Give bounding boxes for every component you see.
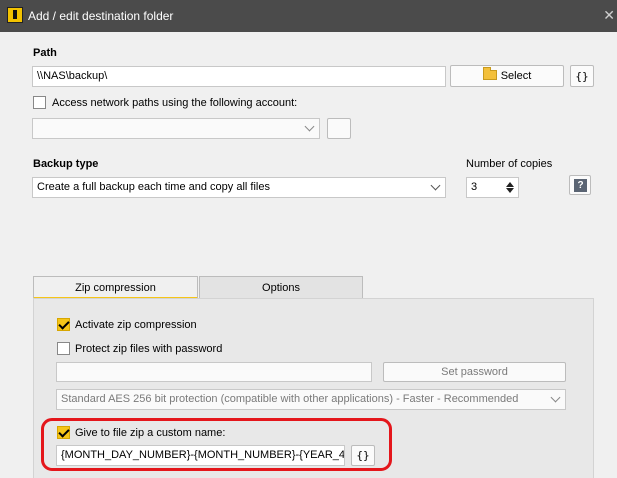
- backup-type-select[interactable]: Create a full backup each time and copy …: [32, 177, 446, 198]
- network-account-checkbox[interactable]: [33, 96, 46, 109]
- help-icon: ?: [574, 179, 587, 192]
- backup-type-label: Backup type: [33, 158, 99, 170]
- copies-label: Number of copies: [466, 158, 553, 170]
- protect-zip-checkbox[interactable]: [57, 342, 70, 355]
- account-edit-button[interactable]: [327, 118, 351, 139]
- highlight-ring: [41, 418, 392, 471]
- set-password-button[interactable]: Set password: [383, 362, 566, 382]
- window-content: Path \\NAS\backup\ Select {} Access netw…: [0, 32, 617, 478]
- activate-zip-checkbox[interactable]: [57, 318, 70, 331]
- window-title: Add / edit destination folder: [28, 9, 174, 23]
- copies-spinner[interactable]: 3: [466, 177, 519, 198]
- help-button[interactable]: ?: [569, 175, 591, 195]
- protect-zip-label: Protect zip files with password: [75, 343, 223, 355]
- select-button-label: Select: [500, 70, 532, 82]
- activate-zip-label: Activate zip compression: [75, 319, 197, 331]
- tab-zip-compression[interactable]: Zip compression: [33, 276, 198, 299]
- titlebar: Add / edit destination folder ✕: [0, 0, 617, 32]
- chevron-down-icon: [304, 121, 315, 132]
- backup-type-value: Create a full backup each time and copy …: [37, 181, 270, 193]
- account-select[interactable]: [32, 118, 320, 139]
- chevron-down-icon: [550, 392, 561, 403]
- path-variables-button[interactable]: {}: [570, 65, 594, 87]
- path-label: Path: [33, 47, 57, 59]
- spin-down-icon[interactable]: [506, 188, 514, 193]
- copies-value: 3: [471, 181, 478, 193]
- close-icon[interactable]: ✕: [603, 7, 615, 24]
- folder-icon: [482, 67, 497, 80]
- encryption-select[interactable]: Standard AES 256 bit protection (compati…: [56, 389, 566, 410]
- path-input[interactable]: \\NAS\backup\: [32, 66, 446, 87]
- select-folder-button[interactable]: Select: [450, 65, 564, 87]
- network-account-label: Access network paths using the following…: [52, 97, 298, 109]
- password-input[interactable]: [56, 362, 372, 382]
- tab-options[interactable]: Options: [199, 276, 363, 299]
- spin-up-icon[interactable]: [506, 182, 514, 187]
- app-icon: [7, 7, 23, 23]
- chevron-down-icon: [430, 180, 441, 191]
- encryption-select-value: Standard AES 256 bit protection (compati…: [61, 393, 519, 405]
